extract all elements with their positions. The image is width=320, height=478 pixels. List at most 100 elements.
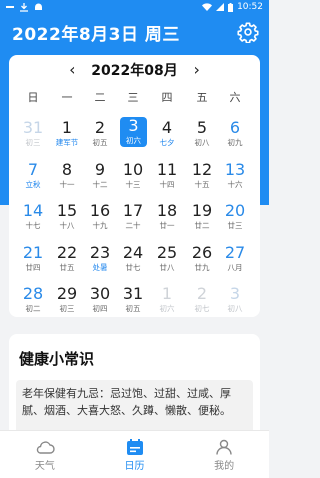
calendar-day[interactable]: 30 初四 [88,285,112,321]
download-icon [20,2,28,12]
calendar-day[interactable]: 24 廿七 [121,244,145,280]
lunar-date: 廿三 [227,221,243,230]
lunar-date: 初六 [159,304,175,313]
lunar-date: 初五 [92,138,108,147]
status-bar: 10:52 [0,0,269,14]
calendar-day[interactable]: 23 处暑 [88,244,112,280]
status-time: 10:52 [237,2,263,12]
calendar-day[interactable]: 15 十八 [55,202,79,238]
calendar-day[interactable]: 22 廿五 [55,244,79,280]
bottom-tab-bar: 天气 日历 我的 [0,430,269,478]
lunar-date: 初八 [227,304,243,313]
calendar-day[interactable]: 18 廿一 [155,202,179,238]
calendar-day[interactable]: 13 十六 [223,161,247,197]
day-number: 14 [22,201,44,220]
day-number: 2 [196,284,208,303]
lunar-date: 初五 [125,304,141,313]
day-number: 2 [94,118,106,137]
prev-month-button[interactable]: ‹ [65,62,79,78]
day-number: 16 [89,201,111,220]
gear-icon[interactable] [237,21,259,43]
day-number: 3 [229,284,241,303]
app-header: 2022年8月3日 周三 [12,18,259,46]
day-number: 12 [191,160,213,179]
day-number: 9 [94,160,106,179]
calendar-day[interactable]: 12 十五 [190,161,214,197]
day-number: 20 [224,201,246,220]
calendar-day[interactable]: 9 十二 [88,161,112,197]
calendar-day[interactable]: 26 廿九 [190,244,214,280]
day-number: 11 [156,160,178,179]
day-number: 31 [22,118,44,137]
calendar-day[interactable]: 4 七夕 [155,119,179,155]
day-number: 31 [122,284,144,303]
weekday-label: 三 [127,91,139,104]
lunar-date: 廿二 [194,221,210,230]
calendar-day[interactable]: 28 初二 [21,285,45,321]
month-title: 2022年08月 [91,63,178,79]
lunar-date: 初六 [126,136,141,145]
day-number: 29 [56,284,78,303]
day-number: 30 [89,284,111,303]
day-number: 26 [191,243,213,262]
day-number: 27 [224,243,246,262]
lunar-date: 七夕 [159,138,175,147]
calendar-day[interactable]: 21 廿四 [21,244,45,280]
lunar-date: 十八 [59,221,75,230]
tab-weather[interactable]: 天气 [0,431,90,478]
weekday-label: 五 [196,91,208,104]
calendar-day[interactable]: 25 廿八 [155,244,179,280]
calendar-day-selected[interactable]: 3 初六 [120,117,147,147]
lunar-date: 初三 [25,138,41,147]
calendar-day[interactable]: 6 初九 [223,119,247,155]
calendar-day[interactable]: 7 立秋 [21,161,45,197]
day-number: 25 [156,243,178,262]
lunar-date: 廿八 [159,263,175,272]
tab-mine-label: 我的 [214,461,235,472]
day-number: 18 [156,201,178,220]
cloud-icon [36,441,55,454]
weekday-label: 一 [61,91,73,104]
calendar-day[interactable]: 10 十三 [121,161,145,197]
calendar-card: ‹ 2022年08月 › 日一二三四五六 31 初三 1 建军节 2 初五 3 初六 4 七夕 5 初… [9,55,260,317]
calendar-day[interactable]: 31 初三 [21,119,45,155]
lunar-date: 初七 [194,304,210,313]
lunar-date: 十四 [159,180,175,189]
calendar-icon [126,439,143,455]
calendar-day[interactable]: 2 初五 [88,119,112,155]
calendar-day[interactable]: 31 初五 [121,285,145,321]
calendar-day[interactable]: 5 初八 [190,119,214,155]
weekday-header: 日一二三四五六 [9,89,260,105]
calendar-day[interactable]: 11 十四 [155,161,179,197]
calendar-day[interactable]: 17 二十 [121,202,145,238]
tab-calendar[interactable]: 日历 [90,431,180,478]
wifi-icon [202,3,213,11]
calendar-day[interactable]: 1 建军节 [55,119,79,155]
lunar-date: 廿四 [25,263,41,272]
calendar-day[interactable]: 16 十九 [88,202,112,238]
calendar-day[interactable]: 1 初六 [155,285,179,321]
calendar-day[interactable]: 3 初八 [223,285,247,321]
tab-mine[interactable]: 我的 [179,431,269,478]
calendar-day[interactable]: 14 十七 [21,202,45,238]
lunar-date: 初二 [25,304,41,313]
lunar-date: 初四 [92,304,108,313]
day-number: 7 [27,160,39,179]
weekday-label: 四 [161,91,173,104]
calendar-day[interactable]: 20 廿三 [223,202,247,238]
lunar-date: 十三 [125,180,141,189]
calendar-day[interactable]: 27 八月 [223,244,247,280]
current-date: 2022年8月3日 周三 [12,24,180,45]
calendar-day[interactable]: 29 初三 [55,285,79,321]
day-number: 15 [56,201,78,220]
calendar-day[interactable]: 2 初七 [190,285,214,321]
calendar-day[interactable]: 8 十一 [55,161,79,197]
lunar-date: 廿七 [125,263,141,272]
day-number: 22 [56,243,78,262]
calendar-day[interactable]: 19 廿二 [190,202,214,238]
day-number: 13 [224,160,246,179]
day-number: 5 [196,118,208,137]
signal-icon [216,3,225,11]
lunar-date: 建军节 [55,138,79,147]
next-month-button[interactable]: › [190,62,204,78]
